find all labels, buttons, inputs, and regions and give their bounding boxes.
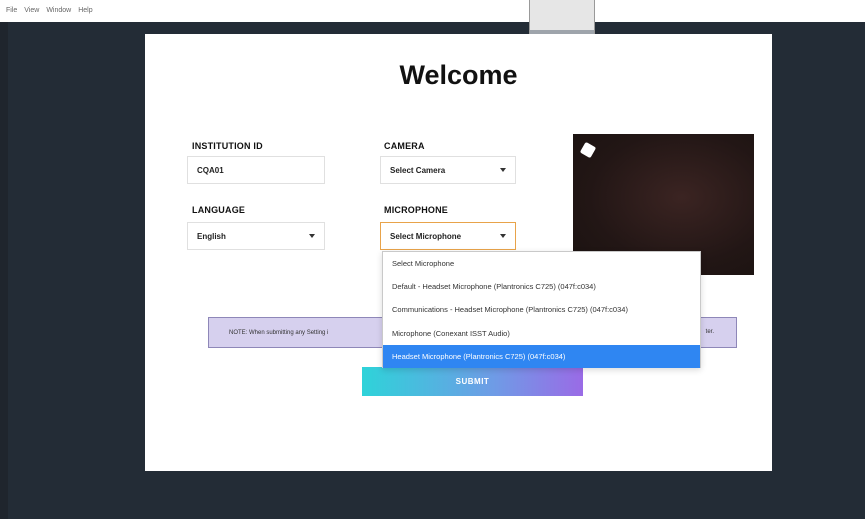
language-select-value: English bbox=[197, 231, 226, 241]
camera-select-value: Select Camera bbox=[390, 165, 446, 175]
camera-select[interactable]: Select Camera bbox=[380, 156, 516, 184]
note-text: NOTE: When submitting any Setting i bbox=[229, 329, 329, 336]
chevron-down-icon bbox=[500, 234, 506, 238]
institution-id-label: INSTITUTION ID bbox=[192, 141, 263, 151]
chevron-down-icon bbox=[500, 168, 506, 172]
microphone-option[interactable]: Communications - Headset Microphone (Pla… bbox=[383, 298, 700, 321]
microphone-option[interactable]: Default - Headset Microphone (Plantronic… bbox=[383, 275, 700, 298]
chevron-down-icon bbox=[309, 234, 315, 238]
note-text-tail: ter. bbox=[705, 329, 714, 335]
institution-id-value: CQA01 bbox=[197, 165, 224, 175]
microphone-select-value: Select Microphone bbox=[390, 231, 462, 241]
microphone-dropdown-list: Select Microphone Default - Headset Micr… bbox=[382, 251, 701, 368]
institution-id-input[interactable]: CQA01 bbox=[187, 156, 325, 184]
microphone-select[interactable]: Select Microphone bbox=[380, 222, 516, 250]
microphone-option[interactable]: Select Microphone bbox=[383, 252, 700, 275]
left-edge bbox=[0, 22, 8, 519]
menu-window[interactable]: Window bbox=[46, 0, 71, 22]
page-title: Welcome bbox=[399, 60, 518, 90]
microphone-option-highlighted[interactable]: Headset Microphone (Plantronics C725) (0… bbox=[383, 345, 700, 368]
microphone-option[interactable]: Microphone (Conexant ISST Audio) bbox=[383, 322, 700, 345]
submit-button[interactable]: SUBMIT bbox=[362, 367, 583, 396]
app-logo-icon bbox=[579, 141, 597, 159]
menu-items: File View Window Help bbox=[6, 0, 93, 22]
menu-view[interactable]: View bbox=[24, 0, 39, 22]
menu-file[interactable]: File bbox=[6, 0, 17, 22]
menu-bar: File View Window Help bbox=[0, 0, 865, 22]
camera-label: CAMERA bbox=[384, 141, 425, 151]
window-tab bbox=[529, 0, 595, 34]
language-select[interactable]: English bbox=[187, 222, 325, 250]
language-label: LANGUAGE bbox=[192, 205, 246, 215]
menu-help[interactable]: Help bbox=[78, 0, 92, 22]
microphone-label: MICROPHONE bbox=[384, 205, 449, 215]
